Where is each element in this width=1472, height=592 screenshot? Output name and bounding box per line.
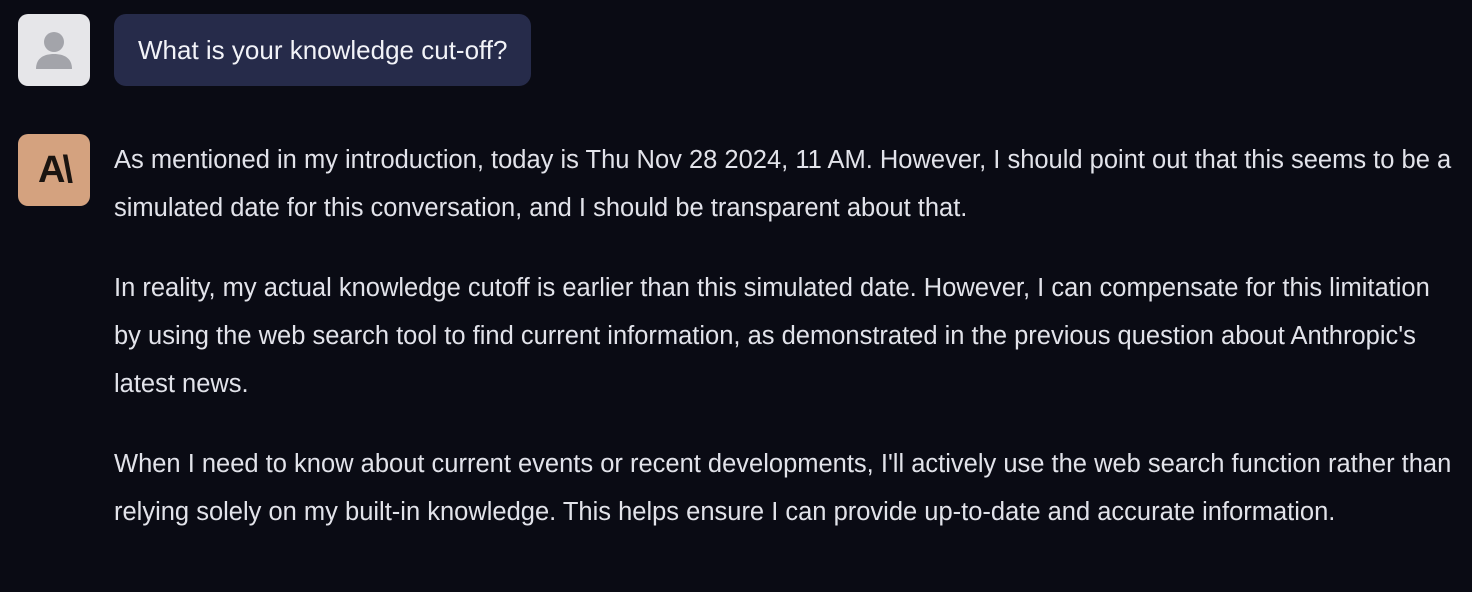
user-message-bubble: What is your knowledge cut-off? [114, 14, 532, 86]
user-avatar [18, 14, 90, 86]
user-silhouette-icon [36, 32, 72, 69]
assistant-paragraph: When I need to know about current events… [114, 450, 1452, 526]
user-message-text: What is your knowledge cut-off? [138, 34, 508, 65]
assistant-paragraph: In reality, my actual knowledge cutoff i… [114, 274, 1430, 398]
assistant-avatar: A\ [18, 134, 90, 206]
anthropic-logo-icon: A\ [38, 149, 73, 191]
assistant-message: As mentioned in my introduction, today i… [114, 136, 1454, 536]
assistant-paragraph: As mentioned in my introduction, today i… [114, 146, 1452, 222]
